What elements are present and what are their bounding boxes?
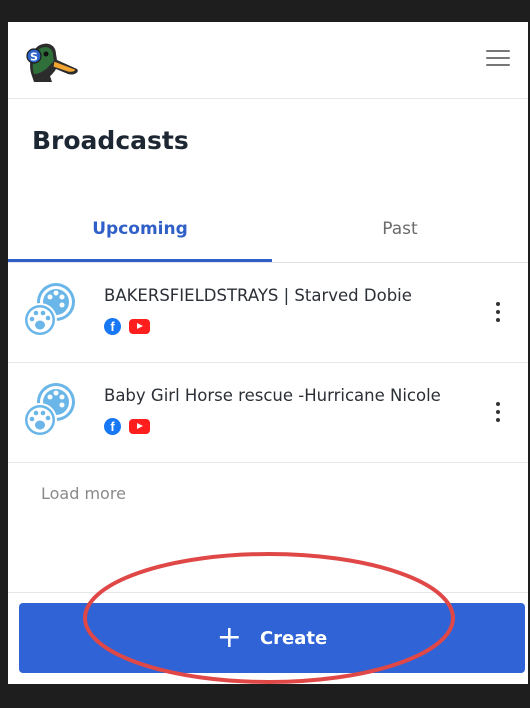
dot xyxy=(496,310,500,314)
paw-icon xyxy=(23,283,75,337)
device-left-border xyxy=(0,0,8,708)
plus-icon: + xyxy=(216,620,242,655)
broadcast-tabs: Upcoming Past xyxy=(8,206,528,263)
create-button-label: Create xyxy=(259,627,328,649)
youtube-icon xyxy=(129,319,151,334)
tab-past[interactable]: Past xyxy=(272,206,528,262)
app-header: S xyxy=(8,22,528,99)
broadcast-title: BAKERSFIELDSTRAYS | Starved Dobie xyxy=(104,286,412,305)
dot xyxy=(496,402,500,406)
youtube-icon xyxy=(129,419,151,434)
facebook-icon: f xyxy=(104,318,121,335)
divider xyxy=(8,592,528,593)
hamburger-menu-button[interactable] xyxy=(486,50,512,70)
load-more-link[interactable]: Load more xyxy=(41,484,126,503)
menu-line xyxy=(486,50,510,52)
facebook-icon: f xyxy=(104,418,121,435)
page-title: Broadcasts xyxy=(32,126,189,155)
more-options-icon[interactable] xyxy=(494,302,502,326)
svg-text:S: S xyxy=(30,51,38,64)
dot xyxy=(496,410,500,414)
dot xyxy=(496,302,500,306)
tab-upcoming[interactable]: Upcoming xyxy=(8,206,272,262)
menu-line xyxy=(486,57,510,59)
dot xyxy=(496,318,500,322)
broadcast-title: Baby Girl Horse rescue -Hurricane Nicole xyxy=(104,386,441,405)
broadcast-list-item[interactable]: Baby Girl Horse rescue -Hurricane Nicole… xyxy=(8,366,528,463)
duck-mascot-logo-icon[interactable]: S xyxy=(22,36,80,86)
create-button[interactable]: + Create xyxy=(19,603,525,673)
paw-icon xyxy=(23,383,75,437)
more-options-icon[interactable] xyxy=(494,402,502,426)
device-top-bar xyxy=(0,0,530,22)
dot xyxy=(496,418,500,422)
platform-icons: f xyxy=(104,318,151,336)
broadcast-list-item[interactable]: BAKERSFIELDSTRAYS | Starved Dobie f xyxy=(8,266,528,363)
platform-icons: f xyxy=(104,418,151,436)
device-bottom-bar xyxy=(0,684,530,708)
menu-line xyxy=(486,64,510,66)
app-screen: S Broadcasts Upcoming Past BAKERSFIELDST… xyxy=(8,22,528,684)
